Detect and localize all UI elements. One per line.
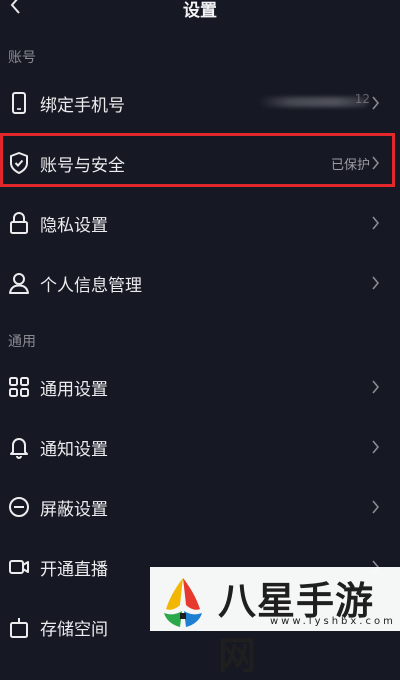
user-icon [9, 273, 29, 294]
chevron-right-icon [372, 440, 380, 454]
settings-row-block[interactable]: 屏蔽设置 [0, 477, 400, 537]
header: 设置 [0, 0, 400, 22]
row-label: 通用设置 [40, 380, 108, 400]
page-title: 设置 [183, 1, 217, 21]
grid-icon [9, 377, 29, 397]
row-label: 个人信息管理 [40, 276, 142, 296]
row-label: 隐私设置 [40, 216, 108, 236]
bell-icon [10, 438, 28, 459]
storage-icon [10, 618, 28, 638]
row-label: 开通直播 [40, 560, 108, 580]
chevron-right-icon [372, 276, 380, 290]
phone-number-tail: 12 [354, 92, 370, 106]
watermark-url: www.lyshbx.com [270, 616, 396, 627]
block-icon [9, 497, 29, 517]
chevron-right-icon [372, 96, 380, 110]
row-label: 屏蔽设置 [40, 500, 108, 520]
row-label: 绑定手机号 [40, 96, 125, 116]
settings-row-privacy[interactable]: 隐私设置 [0, 193, 400, 253]
watermark: 八星手游网 www.lyshbx.com [150, 567, 400, 678]
settings-row-notifications[interactable]: 通知设置 [0, 417, 400, 477]
chevron-right-icon [372, 380, 380, 394]
section-label-account: 账号 [8, 50, 36, 66]
video-icon [9, 560, 29, 574]
phone-number-blurred [258, 97, 368, 107]
phone-icon [12, 92, 26, 114]
chevron-right-icon [372, 216, 380, 230]
row-label: 通知设置 [40, 440, 108, 460]
lock-icon [10, 212, 28, 234]
settings-row-bind-phone[interactable]: 绑定手机号 12 [0, 73, 400, 133]
chevron-right-icon [372, 500, 380, 514]
section-label-general: 通用 [8, 334, 36, 350]
highlight-box [0, 133, 395, 187]
settings-row-personal-info[interactable]: 个人信息管理 [0, 253, 400, 313]
settings-row-general[interactable]: 通用设置 [0, 357, 400, 417]
site-logo-icon [164, 578, 202, 627]
row-label: 存储空间 [40, 620, 108, 640]
